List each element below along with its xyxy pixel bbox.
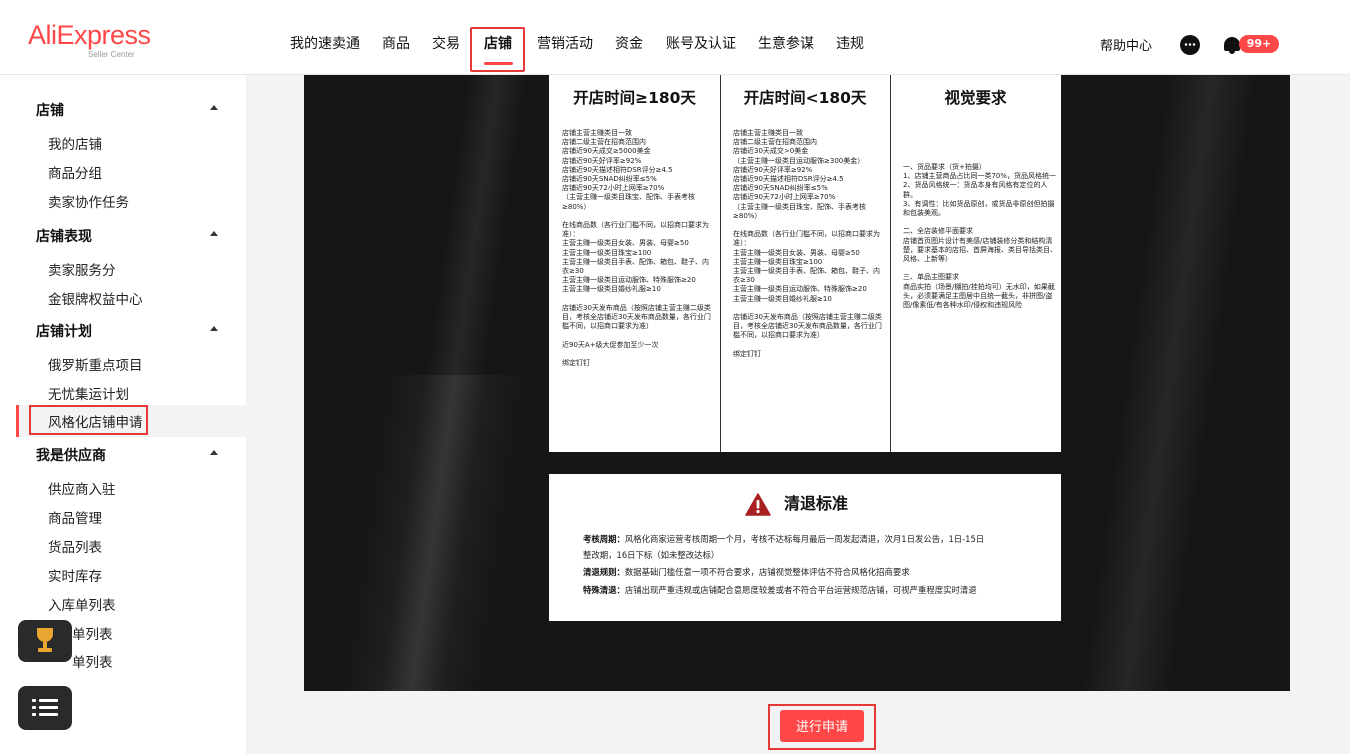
clearance-rule: 清退规则：数据基础门槛任意一项不符合要求，店铺视觉整体评估不符合风格化招商要求 — [583, 566, 910, 578]
period-label: 考核周期： — [583, 534, 625, 544]
caret-up-icon[interactable] — [210, 105, 218, 110]
column-text: 一、货品要求（货+拍摄） 1、店铺主营商品占比同一类70%，货品风格统一 2、货… — [903, 163, 1057, 310]
special-text: 店铺出现严重违规或店铺配合意愿度较差或者不符合平台运营规范店铺，可视严重程度实时… — [624, 585, 977, 595]
column-title: 视觉要求 — [944, 89, 1007, 107]
sidebar-item-realtime-stock[interactable]: 实时库存 — [48, 565, 102, 585]
sidebar-item-highlight — [29, 405, 148, 435]
sidebar-item-order-list[interactable]: 单列表 — [72, 623, 113, 643]
caret-up-icon[interactable] — [210, 231, 218, 236]
clearance-special: 特殊清退：店铺出现严重违规或店铺配合意愿度较差或者不符合平台运营规范店铺，可视严… — [583, 584, 977, 596]
aliexpress-logo[interactable]: AliExpress Seller Center — [28, 22, 158, 62]
special-label: 特殊清退： — [583, 585, 625, 595]
rule-text: 数据基础门槛任意一项不符合要求，店铺视觉整体评估不符合风格化招商要求 — [624, 567, 910, 577]
column-visual-requirements: 视觉要求 一、货品要求（货+拍摄） 1、店铺主营商品占比同一类70%，货品风格统… — [890, 75, 1061, 452]
period-text: 风格化商家运营考核周期一个月，考核不达标每月最后一周发起清退，次月1日发公告，1… — [624, 534, 985, 544]
sidebar-active-bar — [16, 405, 19, 437]
nav-trade[interactable]: 交易 — [432, 34, 460, 54]
sidebar-item-russia-project[interactable]: 俄罗斯重点项目 — [48, 354, 143, 374]
apply-button-highlight — [768, 704, 876, 750]
caret-up-icon[interactable] — [210, 326, 218, 331]
sidebar-group-store-performance[interactable]: 店铺表现 — [36, 226, 92, 246]
column-under-180-days: 开店时间<180天 店铺主营主赚类目一致 店铺二级主营在招商范围内 店铺近30天… — [720, 75, 890, 452]
sidebar-item-goods-list[interactable]: 货品列表 — [48, 536, 102, 556]
requirements-table: 开店时间≥180天 店铺主营主赚类目一致 店铺二级主营在招商范围内 店铺近90天… — [549, 75, 1061, 452]
sidebar-item-consolidation-plan[interactable]: 无忧集运计划 — [48, 383, 129, 403]
chat-icon[interactable] — [1180, 35, 1200, 55]
caret-up-icon[interactable] — [210, 450, 218, 455]
sidebar-item-supplier-entry[interactable]: 供应商入驻 — [48, 478, 116, 498]
sidebar-group-store[interactable]: 店铺 — [36, 100, 64, 120]
sidebar-item-my-store[interactable]: 我的店铺 — [48, 133, 102, 153]
top-nav: AliExpress Seller Center 我的速卖通 商品 交易 店铺 … — [0, 0, 1350, 75]
sidebar-group-store-plans[interactable]: 店铺计划 — [36, 321, 92, 341]
sidebar-item-product-groups[interactable]: 商品分组 — [48, 162, 102, 182]
trophy-button[interactable] — [18, 620, 72, 662]
nav-violations[interactable]: 违规 — [836, 34, 864, 54]
sidebar-item-seller-tasks[interactable]: 卖家协作任务 — [48, 191, 129, 211]
nav-products[interactable]: 商品 — [382, 34, 410, 54]
help-center-link[interactable]: 帮助中心 — [1100, 35, 1152, 54]
column-over-180-days: 开店时间≥180天 店铺主营主赚类目一致 店铺二级主营在招商范围内 店铺近90天… — [549, 75, 720, 452]
sidebar-item-product-management[interactable]: 商品管理 — [48, 507, 102, 527]
column-text: 店铺主营主赚类目一致 店铺二级主营在招商范围内 店铺近30天成交>0美金 （主营… — [733, 129, 882, 358]
sidebar-item-inbound-list[interactable]: 入库单列表 — [48, 594, 116, 614]
nav-funds[interactable]: 资金 — [615, 34, 643, 54]
clearance-standards: 清退标准 考核周期：风格化商家运营考核周期一个月，考核不达标每月最后一周发起清退… — [549, 474, 1061, 621]
clearance-period: 考核周期：风格化商家运营考核周期一个月，考核不达标每月最后一周发起清退，次月1日… — [583, 533, 984, 545]
nav-business-advisor[interactable]: 生意参谋 — [758, 34, 814, 54]
nav-store-highlight — [470, 27, 525, 72]
sidebar-item-order-list-2[interactable]: 单列表 — [72, 651, 113, 671]
notification-badge[interactable]: 99+ — [1239, 35, 1279, 53]
warning-icon — [745, 493, 771, 516]
nav-marketing[interactable]: 营销活动 — [537, 34, 593, 54]
clearance-period-cont: 整改期，16日下标（如未整改达标） — [583, 550, 720, 560]
sidebar-item-medal-center[interactable]: 金银牌权益中心 — [48, 288, 143, 308]
column-title: 开店时间<180天 — [743, 89, 867, 107]
menu-button[interactable] — [18, 686, 72, 730]
logo-sub: Seller Center — [88, 50, 135, 59]
column-text: 店铺主营主赚类目一致 店铺二级主营在招商范围内 店铺近90天成交≥5000美金 … — [562, 129, 711, 368]
nav-my-aliexpress[interactable]: 我的速卖通 — [290, 34, 360, 54]
nav-account[interactable]: 账号及认证 — [666, 34, 736, 54]
logo-brand: AliExpress — [28, 20, 151, 50]
rule-label: 清退规则： — [583, 567, 625, 577]
sidebar-item-service-score[interactable]: 卖家服务分 — [48, 259, 116, 279]
sidebar-group-supplier[interactable]: 我是供应商 — [36, 445, 106, 465]
clearance-title: 清退标准 — [784, 494, 849, 513]
column-title: 开店时间≥180天 — [573, 89, 696, 107]
